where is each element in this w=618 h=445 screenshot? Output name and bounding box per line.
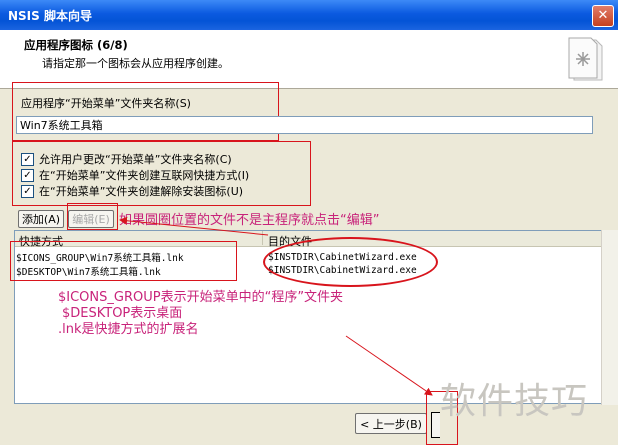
annotation-edit-hint: 如果圆圈位置的文件不是主程序就点击“编辑” <box>119 213 380 228</box>
annotation-line: .lnk是快捷方式的扩展名 <box>58 322 199 337</box>
window-title: NSIS 脚本向导 <box>8 9 92 23</box>
step-title: 应用程序图标 (6/8) <box>24 38 128 52</box>
folder-name-label: 应用程序“开始菜单”文件夹名称(S) <box>21 97 191 110</box>
folder-name-input[interactable]: Win7系统工具箱 <box>16 116 593 134</box>
option-uninstall-icon[interactable]: ✓ 在“开始菜单”文件夹创建解除安装图标(U) <box>21 184 243 198</box>
option-label: 在“开始菜单”文件夹创建互联网快捷方式(I) <box>39 169 250 182</box>
checkbox-checked-icon[interactable]: ✓ <box>21 168 34 182</box>
add-button[interactable]: 添加(A) <box>18 210 64 228</box>
watermark-text: 软件技巧 <box>440 381 589 422</box>
checkbox-checked-icon[interactable]: ✓ <box>21 152 34 166</box>
close-button[interactable]: ✕ <box>592 5 614 27</box>
back-button[interactable]: < 上一步(B) <box>355 413 427 434</box>
highlight-shortcut-box <box>10 241 237 281</box>
option-label: 在“开始菜单”文件夹创建解除安装图标(U) <box>39 185 244 198</box>
highlight-edit-box <box>67 203 118 230</box>
title-bar <box>0 0 618 30</box>
step-description: 请指定那一个图标会从应用程序创建。 <box>42 57 229 70</box>
document-gear-icon <box>568 37 603 81</box>
option-label: 允许用户更改“开始菜单”文件夹名称(C) <box>39 153 232 166</box>
highlight-target-ellipse <box>263 237 438 287</box>
scrollbar[interactable] <box>601 230 618 405</box>
column-divider <box>262 231 263 245</box>
option-internet-shortcut[interactable]: ✓ 在“开始菜单”文件夹创建互联网快捷方式(I) <box>21 168 249 182</box>
checkbox-checked-icon[interactable]: ✓ <box>21 184 34 198</box>
option-allow-change[interactable]: ✓ 允许用户更改“开始菜单”文件夹名称(C) <box>21 152 232 166</box>
